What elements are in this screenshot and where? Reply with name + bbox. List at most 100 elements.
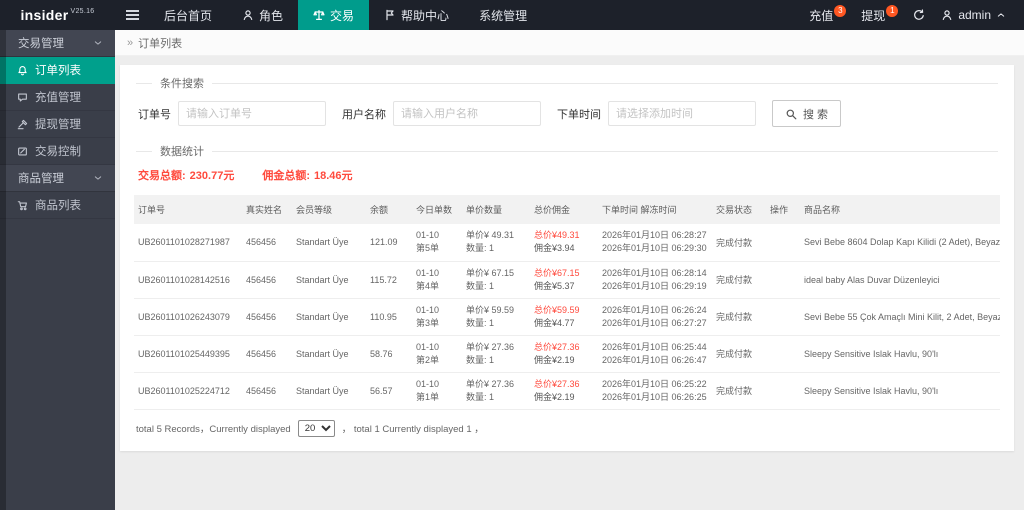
cell-order-no: UB2601101028271987 xyxy=(134,224,242,262)
commission: 佣金¥4.77 xyxy=(534,317,575,328)
column-header: 商品名称 xyxy=(800,195,1000,224)
cell-product: Sleepy Sensitive Islak Havlu, 90'lı xyxy=(800,335,1000,373)
nav-item-roles-label: 角色 xyxy=(259,8,284,23)
order-time: 2026年01月10日 06:28:27 xyxy=(602,230,707,241)
column-header: 今日单数 xyxy=(412,195,462,224)
sidebar-group-products[interactable]: 商品管理 xyxy=(0,165,115,192)
cell-status: 完成付款 xyxy=(712,224,766,262)
cell-unit-price-qty: 单价¥ 27.36 数量: 1 xyxy=(462,372,530,410)
today-date: 01-10 xyxy=(416,304,440,315)
cell-total-commission: 总价¥27.36 佣金¥2.19 xyxy=(530,372,598,410)
sidebar-item-trade-control[interactable]: 交易控制 xyxy=(0,138,115,165)
cell-today-orders: 01-10 第3单 xyxy=(412,298,462,336)
nav-item-roles[interactable]: 角色 xyxy=(227,0,298,30)
quantity: 数量: 1 xyxy=(466,354,495,365)
cell-total-commission: 总价¥59.59 佣金¥4.77 xyxy=(530,298,598,336)
user-menu[interactable]: admin xyxy=(935,8,1012,22)
user-name-field: 用户名称 xyxy=(342,101,541,126)
column-header: 下单时间 解冻时间 xyxy=(598,195,712,224)
cell-level: Standart Üye xyxy=(292,261,366,299)
order-time: 2026年01月10日 06:25:22 xyxy=(602,378,707,389)
cell-product: Sevi Bebe 55 Çok Amaçlı Mini Kilit, 2 Ad… xyxy=(800,298,1000,336)
user-name-input[interactable] xyxy=(393,101,541,126)
stats-fieldset: 数据统计 xyxy=(136,143,998,159)
search-button[interactable]: 搜 索 xyxy=(772,100,842,127)
orders-table-head: 订单号 真实姓名 会员等级 余额 今日单数 单价数量 总价佣金 下单时间 解冻时间 交易状态 操作… xyxy=(134,195,1000,224)
quantity: 数量: 1 xyxy=(466,243,495,254)
cell-times: 2026年01月10日 06:28:14 2026年01月10日 06:29:1… xyxy=(598,261,712,299)
flag-icon xyxy=(386,9,394,21)
nav-item-home[interactable]: 后台首页 xyxy=(149,0,227,30)
sidebar-item-recharge[interactable]: 充值管理 xyxy=(0,84,115,111)
breadcrumb: » 订单列表 xyxy=(115,30,1024,56)
nav-item-system[interactable]: 系统管理 xyxy=(464,0,542,30)
recharge-link[interactable]: 充值 3 xyxy=(799,4,847,24)
unit-price: 单价¥ 59.59 xyxy=(466,304,515,315)
cell-balance: 58.76 xyxy=(366,335,412,373)
total-trade-value: 230.77元 xyxy=(189,170,235,182)
cell-status: 完成付款 xyxy=(712,372,766,410)
total-price: 总价¥49.31 xyxy=(534,230,580,241)
header-right: 充值 3 提现 1 admin xyxy=(799,0,1024,30)
sidebar-item-product-list[interactable]: 商品列表 xyxy=(0,192,115,219)
today-date: 01-10 xyxy=(416,341,440,352)
orders-table: 订单号 真实姓名 会员等级 余额 今日单数 单价数量 总价佣金 下单时间 解冻时间 交易状态 操作… xyxy=(134,195,1000,410)
withdraw-badge: 1 xyxy=(886,4,899,17)
sidebar-group-trade[interactable]: 交易管理 xyxy=(0,30,115,57)
today-date: 01-10 xyxy=(416,230,440,241)
column-header: 真实姓名 xyxy=(242,195,292,224)
nav-item-help[interactable]: 帮助中心 xyxy=(369,0,464,30)
sidebar-item-withdraw[interactable]: 提现管理 xyxy=(0,111,115,138)
total-commission-value: 18.46元 xyxy=(314,170,353,182)
order-time-field: 下单时间 xyxy=(557,101,756,126)
order-no-field: 订单号 xyxy=(138,101,326,126)
cell-level: Standart Üye xyxy=(292,372,366,410)
today-date: 01-10 xyxy=(416,378,440,389)
column-header: 操作 xyxy=(766,195,800,224)
total-price: 总价¥59.59 xyxy=(534,304,580,315)
breadcrumb-current: 订单列表 xyxy=(138,37,183,50)
total-price: 总价¥27.36 xyxy=(534,341,580,352)
cell-times: 2026年01月10日 06:28:27 2026年01月10日 06:29:3… xyxy=(598,224,712,262)
quantity: 数量: 1 xyxy=(466,280,495,291)
unfreeze-time: 2026年01月10日 06:29:30 xyxy=(602,243,707,254)
pagination-suffix: ， total 1 Currently displayed 1 ， xyxy=(341,424,484,435)
today-count: 第5单 xyxy=(416,243,440,254)
table-row: UB2601101025449395 456456 Standart Üye 5… xyxy=(134,335,1000,373)
edit-icon xyxy=(18,146,27,156)
commission: 佣金¥5.37 xyxy=(534,280,575,291)
cell-balance: 115.72 xyxy=(366,261,412,299)
pagination-prefix: total 5 Records，Currently displayed xyxy=(136,424,291,435)
menu-toggle-icon[interactable] xyxy=(115,0,149,30)
cell-action xyxy=(766,224,800,262)
cell-balance: 56.57 xyxy=(366,372,412,410)
cell-product: Sleepy Sensitive Islak Havlu, 90'lı xyxy=(800,372,1000,410)
today-count: 第4单 xyxy=(416,280,440,291)
refresh-button[interactable] xyxy=(903,9,935,21)
table-row: UB2601101028142516 456456 Standart Üye 1… xyxy=(134,261,1000,299)
sidebar-group-products-label: 商品管理 xyxy=(18,173,64,185)
cell-unit-price-qty: 单价¥ 49.31 数量: 1 xyxy=(462,224,530,262)
commission: 佣金¥3.94 xyxy=(534,243,575,254)
column-header: 单价数量 xyxy=(462,195,530,224)
total-trade-label: 交易总额: xyxy=(138,170,186,182)
cell-status: 完成付款 xyxy=(712,335,766,373)
cell-order-no: UB2601101025224712 xyxy=(134,372,242,410)
sidebar: 交易管理 订单列表 充值管理 提现管理 交易控制 商品管理 商品列表 xyxy=(0,30,115,510)
withdraw-link[interactable]: 提现 1 xyxy=(851,4,899,24)
unit-price: 单价¥ 27.36 xyxy=(466,378,515,389)
today-count: 第1单 xyxy=(416,391,440,402)
nav-item-trade[interactable]: 交易 xyxy=(298,0,370,30)
order-no-input[interactable] xyxy=(178,101,326,126)
order-time-input[interactable] xyxy=(608,101,756,126)
sidebar-item-orders[interactable]: 订单列表 xyxy=(0,57,115,84)
column-header: 交易状态 xyxy=(712,195,766,224)
chevron-up-icon xyxy=(997,13,1005,17)
cell-balance: 110.95 xyxy=(366,298,412,336)
cell-today-orders: 01-10 第2单 xyxy=(412,335,462,373)
pagination-bar: total 5 Records，Currently displayed 20 ，… xyxy=(134,410,1000,441)
page-size-select[interactable]: 20 xyxy=(297,419,335,437)
order-list-card: 条件搜索 订单号 用户名称 下单时间 搜 索 数据统计 xyxy=(120,65,1014,451)
commission: 佣金¥2.19 xyxy=(534,391,575,402)
search-button-label: 搜 索 xyxy=(803,108,829,121)
